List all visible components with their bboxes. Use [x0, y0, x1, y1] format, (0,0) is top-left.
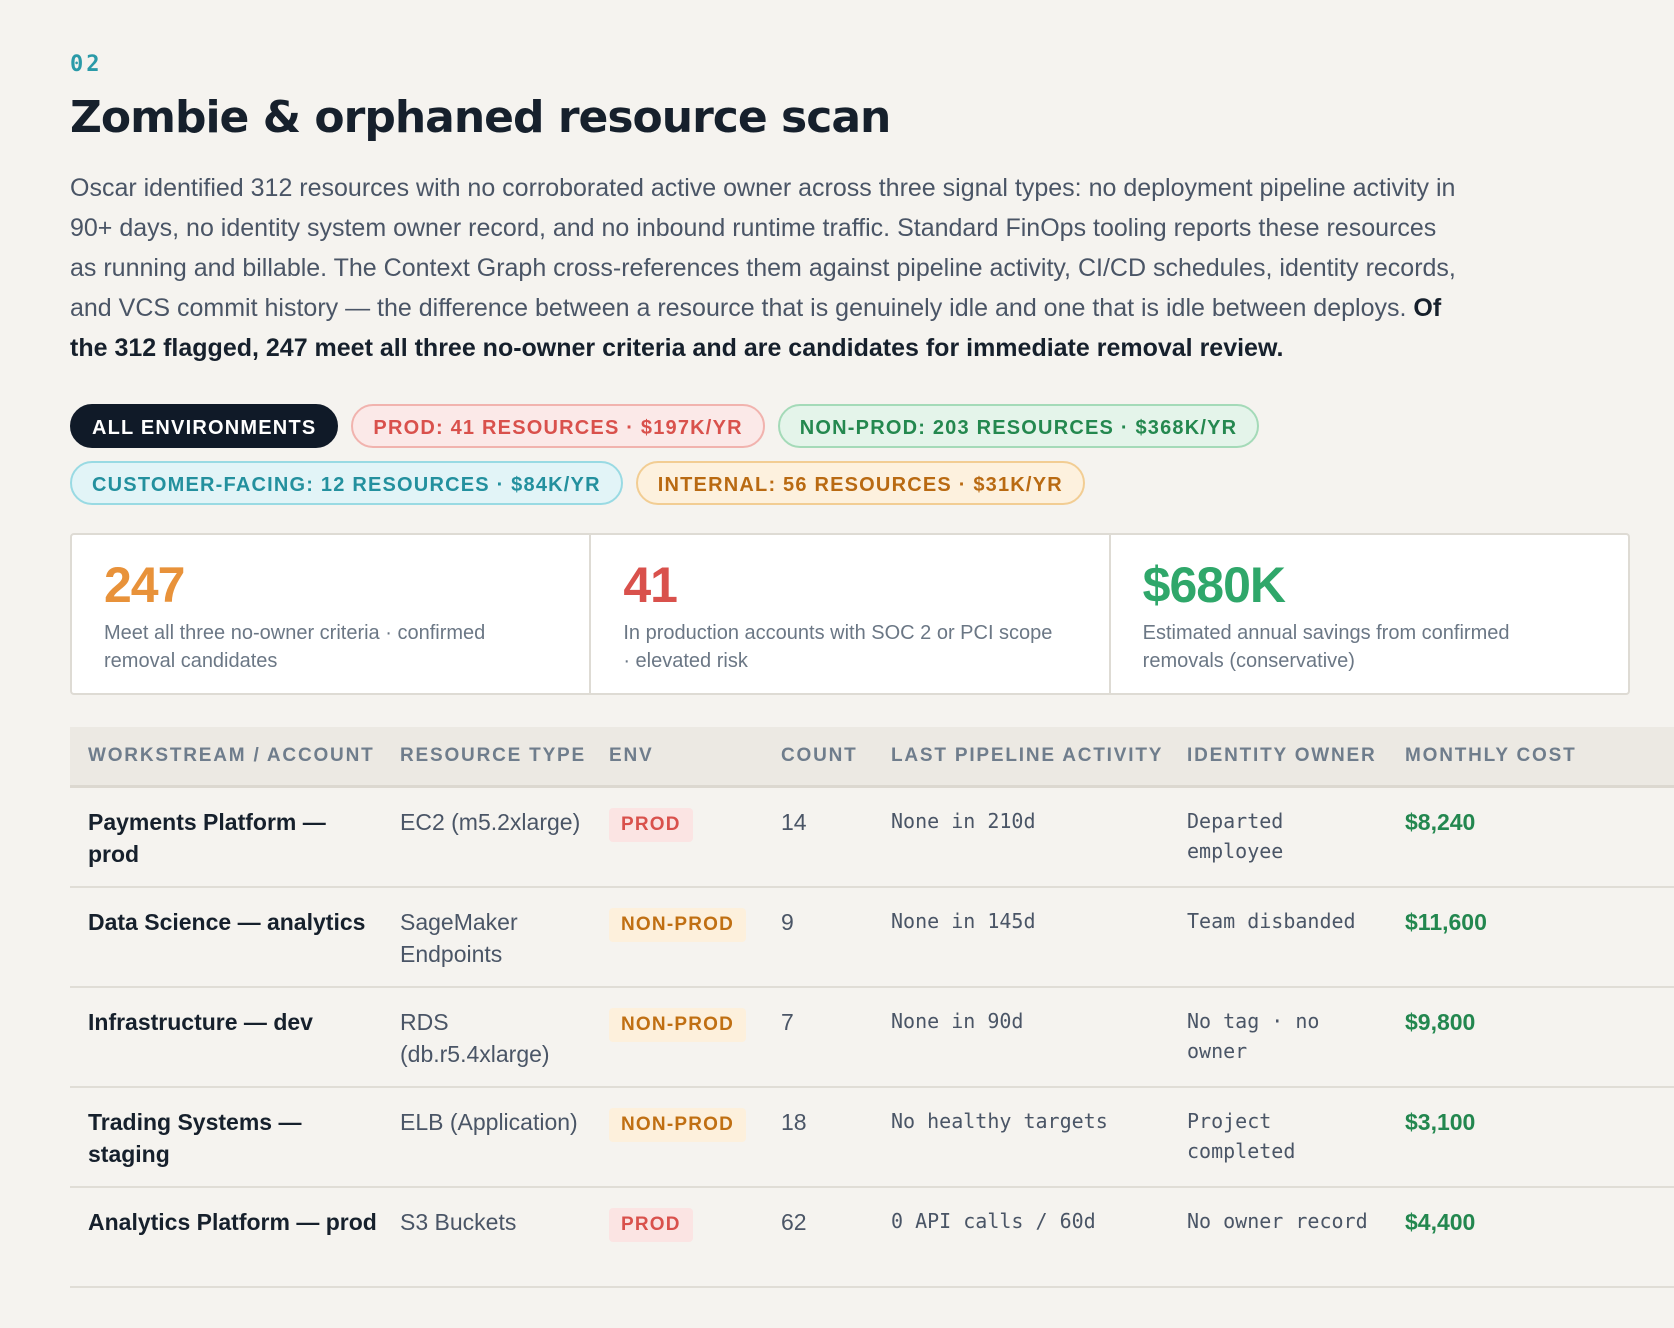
cell-workstream: Payments Platform — prod	[70, 786, 382, 888]
cell-identity-owner: No owner record	[1169, 1187, 1387, 1288]
column-header-last-pipeline-activity[interactable]: LAST PIPELINE ACTIVITY	[873, 727, 1169, 788]
table-row[interactable]: Payments Platform — prod EC2 (m5.2xlarge…	[70, 786, 1674, 888]
cell-last-pipeline-activity: None in 90d	[873, 987, 1169, 1088]
table-row[interactable]: Data Science — analytics SageMaker Endpo…	[70, 887, 1674, 988]
cell-resource-type: EC2 (m5.2xlarge)	[382, 786, 591, 888]
filter-chip-internal[interactable]: INTERNAL: 56 RESOURCES · $31K/YR	[635, 461, 1085, 505]
stat-value: 41	[623, 557, 678, 613]
cell-env: NON-PROD	[591, 987, 763, 1088]
cell-env: PROD	[591, 1187, 763, 1288]
cell-last-pipeline-activity: 0 API calls / 60d	[873, 1187, 1169, 1288]
filter-chip-customer-facing[interactable]: CUSTOMER-FACING: 12 RESOURCES · $84K/YR	[70, 461, 623, 505]
cell-resource-type: ELB (Application)	[382, 1087, 591, 1188]
cell-count: 9	[763, 887, 873, 988]
zombie-scan-section: 02 Zombie & orphaned resource scan Oscar…	[70, 50, 1674, 1288]
intro-paragraph: Oscar identified 312 resources with no c…	[70, 168, 1460, 368]
cell-resource-type: SageMaker Endpoints	[382, 887, 591, 988]
cell-workstream: Infrastructure — dev	[70, 987, 382, 1088]
stat-card-production-risk: 41 In production accounts with SOC 2 or …	[591, 535, 1111, 693]
env-badge: PROD	[609, 808, 693, 842]
cell-count: 62	[763, 1187, 873, 1288]
cell-count: 18	[763, 1087, 873, 1188]
cell-monthly-cost: $8,240	[1387, 786, 1674, 888]
stat-card-annual-savings: $680K Estimated annual savings from conf…	[1111, 535, 1628, 693]
column-header-env[interactable]: ENV	[591, 727, 763, 788]
table-header-row: WORKSTREAM / ACCOUNT RESOURCE TYPE ENV C…	[70, 727, 1674, 788]
env-badge: NON-PROD	[609, 1008, 747, 1042]
cell-resource-type: S3 Buckets	[382, 1187, 591, 1288]
table-row[interactable]: Analytics Platform — prod S3 Buckets PRO…	[70, 1187, 1674, 1288]
section-number: 02	[70, 52, 103, 77]
column-header-identity-owner[interactable]: IDENTITY OWNER	[1169, 727, 1387, 788]
stat-card-removal-candidates: 247 Meet all three no-owner criteria · c…	[72, 535, 592, 693]
cell-env: NON-PROD	[591, 887, 763, 988]
table-row[interactable]: Trading Systems — staging ELB (Applicati…	[70, 1087, 1674, 1188]
intro-text: Oscar identified 312 resources with no c…	[70, 174, 1456, 322]
cell-last-pipeline-activity: None in 145d	[873, 887, 1169, 988]
cell-monthly-cost: $3,100	[1387, 1087, 1674, 1188]
cell-monthly-cost: $9,800	[1387, 987, 1674, 1088]
cell-env: PROD	[591, 786, 763, 888]
resource-table: WORKSTREAM / ACCOUNT RESOURCE TYPE ENV C…	[70, 727, 1674, 1288]
table-row[interactable]: Infrastructure — dev RDS (db.r5.4xlarge)…	[70, 987, 1674, 1088]
column-header-workstream[interactable]: WORKSTREAM / ACCOUNT	[70, 727, 382, 788]
cell-last-pipeline-activity: No healthy targets	[873, 1087, 1169, 1188]
stat-value: 247	[104, 557, 185, 613]
cell-identity-owner: No tag · no owner	[1169, 987, 1387, 1088]
cell-workstream: Trading Systems — staging	[70, 1087, 382, 1188]
cell-monthly-cost: $4,400	[1387, 1187, 1674, 1288]
filter-chip-non-prod[interactable]: NON-PROD: 203 RESOURCES · $368K/YR	[777, 404, 1260, 448]
stat-description: Estimated annual savings from confirmed …	[1142, 622, 1510, 672]
cell-count: 7	[763, 987, 873, 1088]
cell-identity-owner: Project completed	[1169, 1087, 1387, 1188]
env-badge: NON-PROD	[609, 908, 747, 942]
env-badge: PROD	[609, 1208, 693, 1242]
stat-description: Meet all three no-owner criteria · confi…	[104, 622, 486, 672]
env-badge: NON-PROD	[609, 1108, 747, 1142]
column-header-resource-type[interactable]: RESOURCE TYPE	[382, 727, 591, 788]
column-header-monthly-cost[interactable]: MONTHLY COST	[1387, 727, 1674, 788]
column-header-count[interactable]: COUNT	[763, 727, 873, 788]
cell-workstream: Analytics Platform — prod	[70, 1187, 382, 1288]
filter-chip-prod[interactable]: PROD: 41 RESOURCES · $197K/YR	[351, 404, 765, 448]
environment-filter-chips: ALL ENVIRONMENTS PROD: 41 RESOURCES · $1…	[70, 404, 1550, 505]
cell-last-pipeline-activity: None in 210d	[873, 786, 1169, 888]
page-title: Zombie & orphaned resource scan	[70, 92, 891, 143]
cell-resource-type: RDS (db.r5.4xlarge)	[382, 987, 591, 1088]
stat-description: In production accounts with SOC 2 or PCI…	[623, 622, 1053, 672]
cell-identity-owner: Departed employee	[1169, 786, 1387, 888]
cell-monthly-cost: $11,600	[1387, 887, 1674, 988]
cell-identity-owner: Team disbanded	[1169, 887, 1387, 988]
cell-env: NON-PROD	[591, 1087, 763, 1188]
summary-stats: 247 Meet all three no-owner criteria · c…	[70, 533, 1630, 695]
cell-count: 14	[763, 786, 873, 888]
cell-workstream: Data Science — analytics	[70, 887, 382, 988]
stat-value: $680K	[1142, 557, 1286, 613]
filter-chip-all-environments[interactable]: ALL ENVIRONMENTS	[70, 404, 339, 448]
